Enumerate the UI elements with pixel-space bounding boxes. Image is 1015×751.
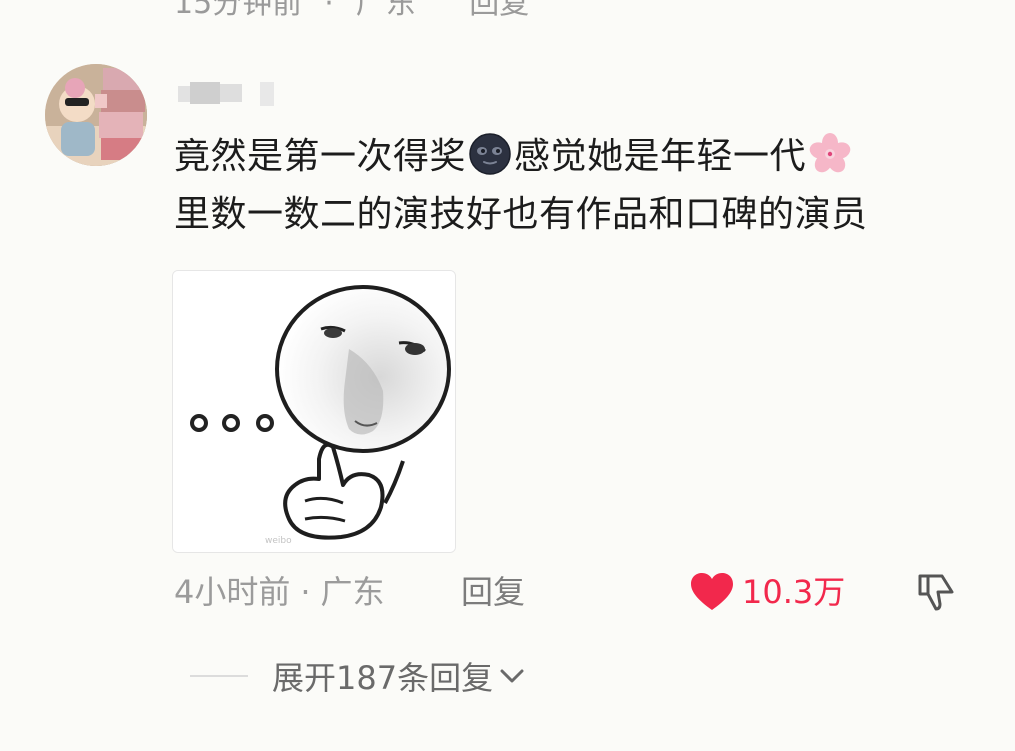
expand-replies-button[interactable]: 展开187条回复: [190, 654, 525, 698]
comment-location: 广东: [320, 573, 385, 611]
like-button[interactable]: 10.3万: [690, 570, 845, 614]
expand-replies-label: 展开187条回复: [272, 659, 494, 697]
chevron-down-icon: [500, 669, 524, 683]
like-count: 10.3万: [742, 573, 846, 611]
comment-time: 4小时前: [174, 573, 291, 611]
reply-button[interactable]: 回复: [461, 570, 525, 614]
comment-text-part3: 里数一数二的演技好也有作品和口碑的演员: [174, 194, 868, 235]
comment-text-part1: 竟然是第一次得奖: [174, 136, 467, 177]
previous-comment-reply[interactable]: 回复: [469, 0, 529, 21]
previous-comment-spacer: [438, 0, 448, 21]
svg-text:weibo: weibo: [265, 536, 292, 546]
username-mosaic[interactable]: [176, 76, 276, 106]
previous-thumbs-down-icon[interactable]: [922, 0, 950, 6]
previous-comment-time: 15分钟前: [174, 0, 303, 21]
heart-icon: [691, 573, 733, 610]
new-moon-face-icon: [468, 132, 512, 176]
comment-meta: 4小时前 · 广东: [174, 570, 385, 614]
expand-divider-line: [190, 675, 248, 677]
user-avatar[interactable]: [45, 64, 147, 166]
previous-comment-separator: ·: [324, 0, 334, 21]
previous-heart-icon[interactable]: [782, 0, 810, 6]
cherry-blossom-icon: [808, 132, 852, 176]
previous-comment-meta: 15分钟前 · 广东 回复: [174, 0, 529, 22]
comment-screen: 15分钟前 · 广东 回复 竟然是第一次得奖 感觉她是年轻一代 里数一数二的演技…: [0, 0, 1015, 751]
thumbs-down-icon[interactable]: [916, 572, 958, 612]
previous-comment-location: 广东: [355, 0, 416, 21]
comment-text: 竟然是第一次得奖 感觉她是年轻一代 里数一数二的演技好也有作品和口碑的演员: [174, 128, 974, 244]
thinking-meme-sticker[interactable]: weibo: [172, 270, 456, 553]
comment-text-part2: 感觉她是年轻一代: [514, 136, 807, 177]
meta-dot: ·: [300, 573, 311, 611]
